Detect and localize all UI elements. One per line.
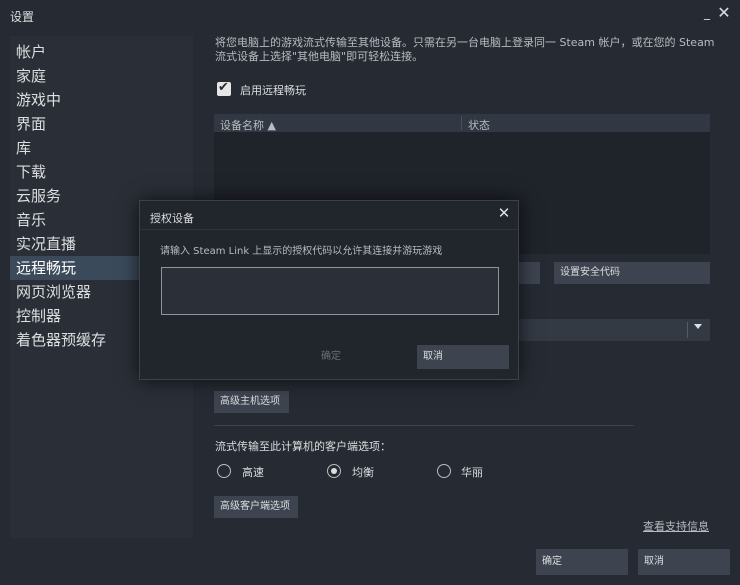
- advanced-host-options-button[interactable]: 高级主机选项: [214, 391, 289, 413]
- close-icon[interactable]: ✕: [716, 4, 732, 22]
- select-separator: [687, 322, 688, 338]
- window-titlebar: 设置 _ ✕: [0, 0, 740, 30]
- sidebar-item-interface[interactable]: 界面: [10, 112, 193, 136]
- authorization-code-input[interactable]: [161, 267, 499, 315]
- authorize-device-dialog: 授权设备 ✕ 请输入 Steam Link 上显示的授权代码以允许其连接并游玩游…: [139, 200, 519, 380]
- ok-button[interactable]: 确定: [536, 549, 628, 575]
- enable-remote-play-checkbox[interactable]: ✔: [217, 80, 231, 96]
- remote-play-description: 将您电脑上的游戏流式传输至其他设备。只需在另一台电脑上登录同一 Steam 帐户…: [215, 36, 715, 63]
- set-security-code-button[interactable]: 设置安全代码: [554, 262, 710, 284]
- device-table-header: 设备名称 ▲ 状态: [214, 114, 710, 132]
- dialog-ok-button[interactable]: 确定: [315, 345, 407, 369]
- advanced-client-options-button[interactable]: 高级客户端选项: [214, 496, 298, 518]
- dialog-cancel-button[interactable]: 取消: [417, 345, 509, 369]
- column-status[interactable]: 状态: [468, 117, 490, 133]
- window-title: 设置: [10, 10, 35, 24]
- quality-radio-balanced[interactable]: [327, 464, 341, 478]
- pair-device-button[interactable]: [518, 262, 540, 284]
- dialog-message: 请输入 Steam Link 上显示的授权代码以允许其连接并游玩游戏: [160, 246, 443, 257]
- section-divider: [214, 425, 634, 426]
- chevron-down-icon: [694, 324, 702, 329]
- sidebar-item-downloads[interactable]: 下载: [10, 160, 193, 184]
- minimize-icon[interactable]: _: [699, 4, 715, 22]
- quality-radio-beautiful[interactable]: [437, 464, 451, 478]
- sidebar-item-account[interactable]: 帐户: [10, 40, 193, 64]
- column-separator: [461, 116, 462, 130]
- column-device-name[interactable]: 设备名称 ▲: [220, 117, 276, 133]
- quality-label-balanced: 均衡: [352, 466, 374, 479]
- checkmark-icon: ✔: [218, 80, 229, 95]
- sidebar-item-library[interactable]: 库: [10, 136, 193, 160]
- cancel-button[interactable]: 取消: [638, 549, 730, 575]
- quality-label-fast: 高速: [242, 466, 264, 479]
- view-support-info-link[interactable]: 查看支持信息: [643, 518, 709, 534]
- dialog-title: 授权设备: [150, 212, 194, 225]
- sidebar-item-family[interactable]: 家庭: [10, 64, 193, 88]
- dialog-divider: [140, 229, 518, 230]
- quality-radio-fast[interactable]: [217, 464, 231, 478]
- dialog-close-icon[interactable]: ✕: [496, 204, 512, 224]
- host-options-select[interactable]: [518, 319, 710, 341]
- sidebar-item-in-game[interactable]: 游戏中: [10, 88, 193, 112]
- quality-label-beautiful: 华丽: [461, 466, 483, 479]
- client-options-label: 流式传输至此计算机的客户端选项：: [215, 440, 391, 453]
- enable-remote-play-label: 启用远程畅玩: [240, 84, 306, 97]
